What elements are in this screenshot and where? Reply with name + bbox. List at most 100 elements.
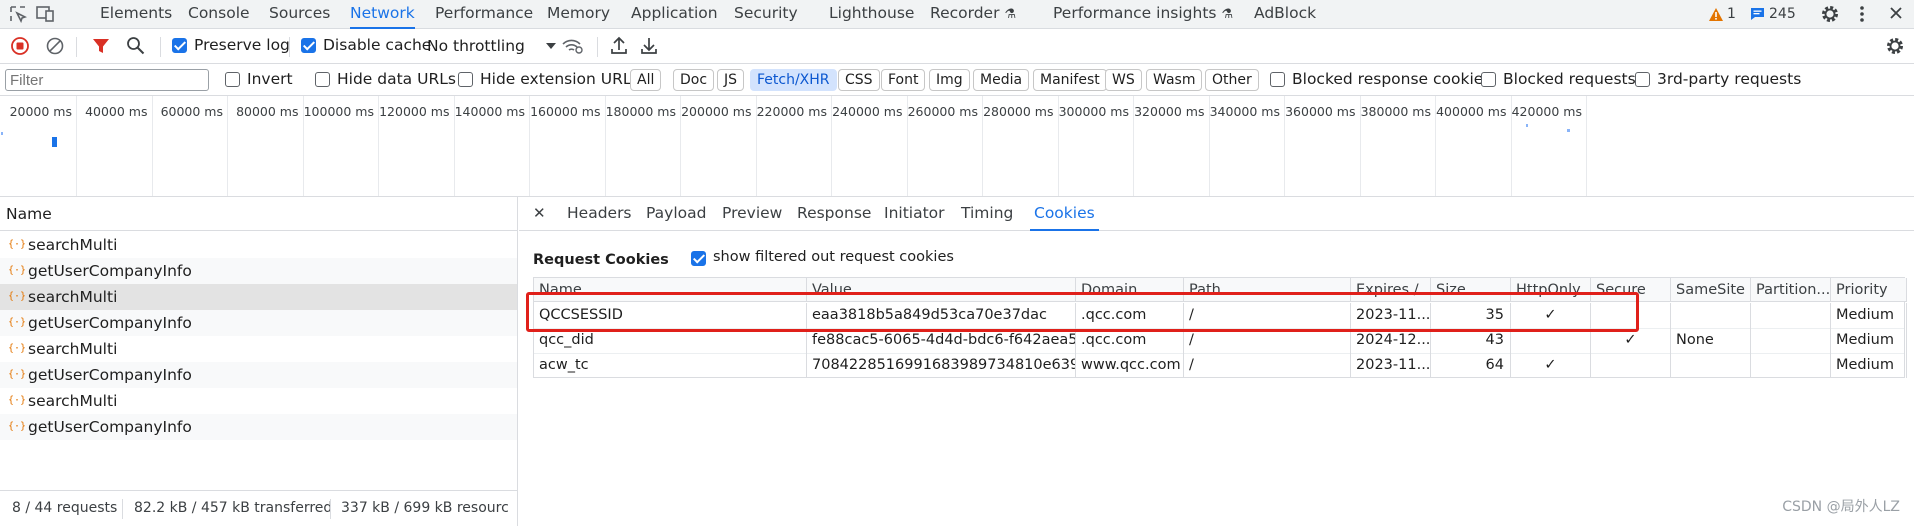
cookie-cell-secure (1591, 303, 1671, 328)
cookie-cell-name: qcc_did (534, 328, 807, 353)
tab-cookies[interactable]: Cookies (1030, 197, 1099, 231)
inspect-element-icon[interactable] (9, 5, 28, 24)
close-detail-icon[interactable]: ✕ (533, 197, 546, 231)
tab-elements[interactable]: Elements (100, 0, 172, 29)
warning-counter[interactable]: 1 (1708, 4, 1736, 24)
tab-lighthouse[interactable]: Lighthouse (829, 0, 914, 29)
tab-payload[interactable]: Payload (646, 197, 706, 231)
tab-timing[interactable]: Timing (961, 197, 1013, 231)
type-filter-doc[interactable]: Doc (673, 69, 715, 91)
tab-security[interactable]: Security (734, 0, 798, 29)
column-header-priority[interactable]: Priority (1831, 278, 1907, 302)
cookie-cell-value[interactable]: 7084228516991683989734810e6396... (807, 353, 1076, 378)
request-row[interactable]: {·} getUserCompanyInfo (0, 258, 517, 284)
preserve-log-checkbox[interactable] (172, 38, 187, 53)
invert-label[interactable]: Invert (247, 70, 293, 88)
type-filter-wasm[interactable]: Wasm (1146, 69, 1203, 91)
filter-bar: Invert Hide data URLs Hide extension URL… (0, 64, 1914, 96)
request-row[interactable]: {·} getUserCompanyInfo (0, 310, 517, 336)
filter-input[interactable] (5, 69, 209, 91)
hide-data-urls-checkbox[interactable] (315, 72, 330, 87)
network-conditions-icon[interactable] (562, 37, 584, 59)
tab-application[interactable]: Application (631, 0, 718, 29)
record-stop-icon[interactable] (11, 37, 29, 59)
column-header-value[interactable]: Value (807, 278, 1076, 302)
cookie-cell-value[interactable]: fe88cac5-6065-4d4d-bdc6-f642aea5... (807, 328, 1076, 353)
request-row[interactable]: {·} searchMulti (0, 232, 517, 258)
type-filter-fetch-xhr[interactable]: Fetch/XHR (750, 69, 837, 91)
tab-memory[interactable]: Memory (547, 0, 610, 29)
type-filter-font[interactable]: Font (881, 69, 926, 91)
column-header-secure[interactable]: Secure (1591, 278, 1671, 302)
type-filter-css[interactable]: CSS (838, 69, 880, 91)
tab-performance-insights[interactable]: Performance insights ⚗ (1053, 0, 1233, 29)
tab-sources[interactable]: Sources (269, 0, 330, 29)
show-filtered-cookies-checkbox[interactable] (691, 251, 706, 266)
column-header-expires[interactable]: Expires /... (1351, 278, 1431, 302)
third-party-requests-checkbox[interactable] (1635, 72, 1650, 87)
type-filter-other[interactable]: Other (1205, 69, 1259, 91)
hide-extension-urls-label[interactable]: Hide extension URLs (480, 70, 640, 88)
request-row[interactable]: {·} searchMulti (0, 284, 517, 310)
throttling-select[interactable]: No throttling (427, 36, 557, 56)
cookie-cell-httponly: ✓ (1511, 303, 1591, 328)
blocked-response-cookies-label[interactable]: Blocked response cookies (1292, 70, 1491, 88)
column-header-name[interactable]: Name (534, 278, 807, 302)
tab-performance[interactable]: Performance (435, 0, 533, 29)
request-row[interactable]: {·} searchMulti (0, 336, 517, 362)
type-filter-img[interactable]: Img (929, 69, 970, 91)
close-devtools-icon[interactable] (1889, 6, 1903, 24)
more-options-icon[interactable] (1858, 4, 1866, 28)
blocked-requests-label[interactable]: Blocked requests (1503, 70, 1636, 88)
message-counter[interactable]: 245 (1750, 4, 1796, 24)
request-row[interactable]: {·} getUserCompanyInfo (0, 414, 517, 440)
disable-cache-label[interactable]: Disable cache (323, 36, 431, 54)
type-filter-all[interactable]: All (630, 69, 662, 91)
tab-preview[interactable]: Preview (722, 197, 782, 231)
clear-icon[interactable] (46, 37, 64, 59)
tab-adblock[interactable]: AdBlock (1254, 0, 1316, 29)
name-column-header[interactable]: Name (0, 197, 518, 231)
request-row[interactable]: {·} searchMulti (0, 388, 517, 414)
show-filtered-cookies-label[interactable]: show filtered out request cookies (713, 249, 954, 265)
type-filter-js[interactable]: JS (717, 69, 745, 91)
network-settings-gear-icon[interactable] (1885, 36, 1905, 60)
column-header-size[interactable]: Size (1431, 278, 1511, 302)
third-party-requests-label[interactable]: 3rd-party requests (1657, 70, 1801, 88)
type-filter-manifest[interactable]: Manifest (1033, 69, 1107, 91)
column-header-samesite[interactable]: SameSite (1671, 278, 1751, 302)
hide-extension-urls-checkbox[interactable] (458, 72, 473, 87)
device-toolbar-icon[interactable] (36, 5, 56, 23)
filter-funnel-icon[interactable] (92, 37, 110, 59)
timeline-tick-label: 300000 ms (1058, 104, 1129, 119)
tab-headers[interactable]: Headers (567, 197, 632, 231)
settings-gear-icon[interactable] (1820, 4, 1840, 28)
cookie-cell-domain: www.qcc.com (1076, 353, 1184, 378)
search-icon[interactable] (126, 36, 145, 59)
network-overview-timeline[interactable]: 20000 ms 40000 ms 60000 ms 80000 ms 100000 m… (0, 96, 1914, 197)
column-header-partition[interactable]: Partition... (1751, 278, 1831, 302)
column-header-httponly[interactable]: HttpOnly (1511, 278, 1591, 302)
hide-data-urls-label[interactable]: Hide data URLs (337, 70, 456, 88)
tab-console[interactable]: Console (188, 0, 250, 29)
blocked-response-cookies-checkbox[interactable] (1270, 72, 1285, 87)
type-filter-ws[interactable]: WS (1105, 69, 1142, 91)
invert-checkbox[interactable] (225, 72, 240, 87)
cookie-cell-value[interactable]: eaa3818b5a849d53ca70e37dac (807, 303, 1076, 328)
tab-network[interactable]: Network (350, 0, 415, 29)
tab-recorder[interactable]: Recorder ⚗ (930, 0, 1016, 29)
disable-cache-checkbox[interactable] (301, 38, 316, 53)
import-har-icon[interactable] (610, 36, 628, 59)
export-har-icon[interactable] (640, 36, 658, 59)
column-header-domain[interactable]: Domain (1076, 278, 1184, 302)
column-header-path[interactable]: Path (1184, 278, 1351, 302)
type-filter-media[interactable]: Media (973, 69, 1030, 91)
timeline-gridline (1586, 96, 1587, 196)
request-row[interactable]: {·} getUserCompanyInfo (0, 362, 517, 388)
preserve-log-label[interactable]: Preserve log (194, 36, 290, 54)
cookie-cell-priority: Medium (1831, 353, 1907, 378)
tab-response[interactable]: Response (797, 197, 871, 231)
tab-initiator[interactable]: Initiator (884, 197, 945, 231)
blocked-requests-checkbox[interactable] (1481, 72, 1496, 87)
cookie-cell-expires: 2023-11... (1351, 353, 1431, 378)
